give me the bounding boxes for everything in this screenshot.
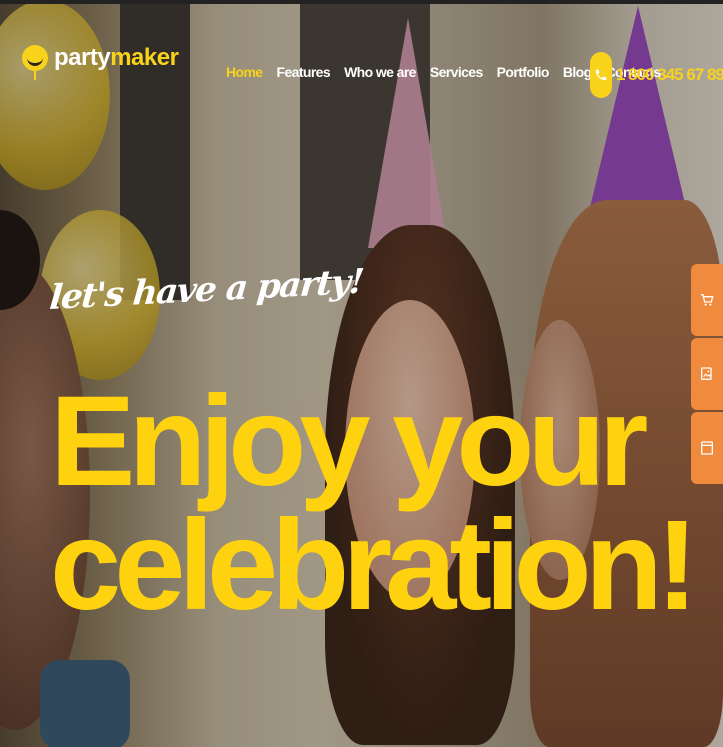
phone-icon: [590, 52, 612, 98]
side-layout-button[interactable]: [691, 412, 723, 484]
top-border: [0, 0, 723, 4]
smiley-balloon-icon: [22, 45, 48, 80]
hero-headline: Enjoy your celebration!: [50, 370, 698, 637]
image-gallery-icon: [701, 367, 712, 380]
brand-name: partymaker: [54, 44, 179, 72]
nav-item-who-we-are[interactable]: Who we are: [344, 64, 416, 80]
nav-item-features[interactable]: Features: [277, 64, 331, 80]
side-panel: [691, 264, 723, 484]
nav-item-home[interactable]: Home: [226, 64, 263, 80]
nav-item-blog[interactable]: Blog: [563, 64, 592, 80]
layout-icon: [701, 441, 713, 455]
hero-headline-line2: celebration!: [50, 494, 698, 637]
side-gallery-button[interactable]: [691, 338, 723, 410]
brand-logo[interactable]: partymaker: [22, 44, 179, 80]
brand-name-part1: party: [54, 44, 111, 71]
cart-icon: [701, 294, 714, 306]
side-cart-button[interactable]: [691, 264, 723, 336]
phone-contact[interactable]: 1 800 345 67 89: [590, 52, 723, 98]
nav-item-portfolio[interactable]: Portfolio: [497, 64, 550, 80]
nav-item-services[interactable]: Services: [430, 64, 483, 80]
hero-headline-line1: Enjoy your: [50, 370, 648, 513]
brand-name-part2: maker: [110, 44, 179, 71]
phone-number[interactable]: 1 800 345 67 89: [616, 65, 723, 85]
